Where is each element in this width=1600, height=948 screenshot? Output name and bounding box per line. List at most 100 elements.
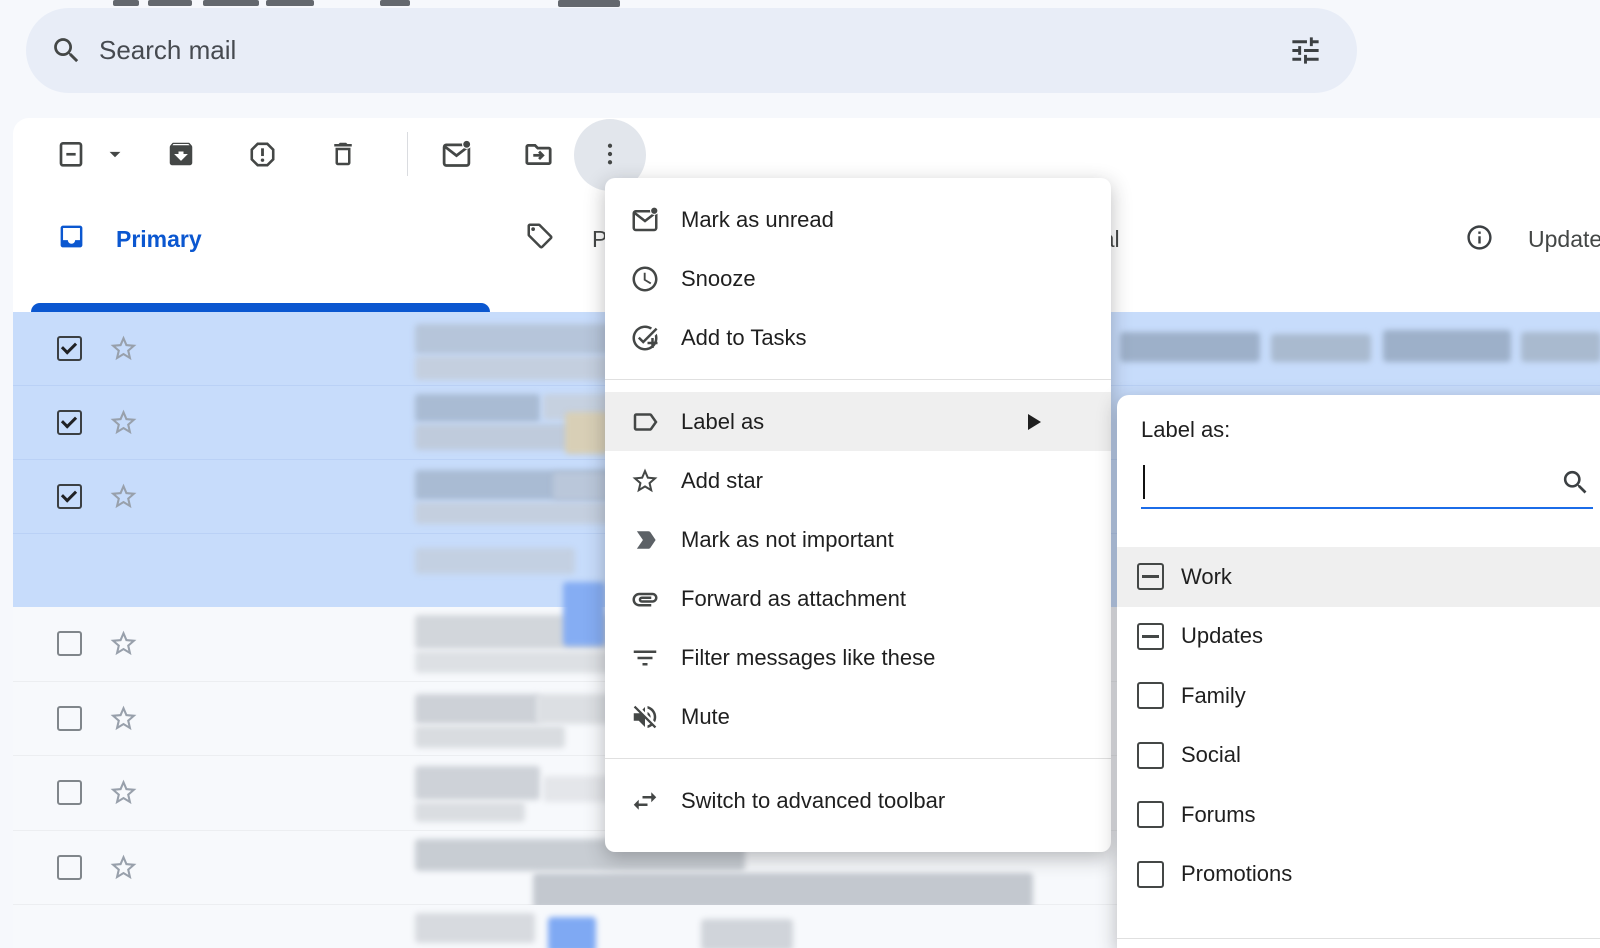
tab-updates[interactable]: Updates — [1528, 226, 1600, 253]
redacted-fragment — [558, 0, 620, 7]
label-name: Family — [1181, 683, 1246, 709]
menu-item-add-star[interactable]: Add star — [605, 451, 1111, 510]
select-dropdown-icon[interactable] — [101, 118, 129, 190]
mail-unread-icon — [630, 205, 660, 235]
label-list: Work Updates Family Social Forums Promot… — [1117, 547, 1600, 904]
label-checkbox[interactable] — [1137, 801, 1164, 828]
redacted-text — [565, 412, 609, 454]
redacted-text — [1521, 332, 1600, 362]
row-checkbox[interactable] — [57, 631, 82, 656]
menu-item-add-to-tasks[interactable]: Add to Tasks — [605, 308, 1111, 367]
label-checkbox[interactable] — [1137, 861, 1164, 888]
row-checkbox[interactable] — [57, 706, 82, 731]
menu-item-mark-as-unread[interactable]: Mark as unread — [605, 190, 1111, 249]
redacted-fragment — [148, 0, 192, 6]
info-icon[interactable] — [1465, 223, 1494, 252]
label-option-promotions[interactable]: Promotions — [1117, 845, 1600, 905]
label-name: Social — [1181, 742, 1241, 768]
archive-button[interactable] — [161, 118, 201, 190]
row-checkbox[interactable] — [57, 336, 82, 361]
star-icon[interactable] — [108, 777, 139, 808]
toolbar-divider — [407, 132, 408, 176]
label-option-family[interactable]: Family — [1117, 666, 1600, 726]
redacted-text — [536, 694, 616, 724]
redacted-text — [415, 424, 585, 450]
clock-icon — [630, 264, 660, 294]
menu-item-filter-messages[interactable]: Filter messages like these — [605, 628, 1111, 687]
move-to-button[interactable] — [517, 118, 559, 190]
menu-item-label: Mark as not important — [681, 527, 894, 553]
mark-unread-button[interactable] — [435, 118, 477, 190]
redacted-text — [1120, 332, 1260, 362]
importance-icon — [630, 525, 660, 555]
redacted-fragment — [203, 0, 259, 6]
menu-item-forward-as-attachment[interactable]: Forward as attachment — [605, 569, 1111, 628]
label-search-row[interactable] — [1141, 457, 1593, 509]
row-checkbox[interactable] — [57, 780, 82, 805]
redacted-text — [415, 802, 525, 822]
search-bar[interactable] — [26, 8, 1357, 93]
menu-item-label-as[interactable]: Label as — [605, 392, 1111, 451]
redacted-text — [415, 694, 540, 724]
menu-item-label: Add to Tasks — [681, 325, 807, 351]
star-icon[interactable] — [108, 407, 139, 438]
redacted-text — [415, 726, 565, 748]
add-task-icon — [630, 323, 660, 353]
submenu-divider — [1117, 938, 1600, 939]
menu-item-label: Mark as unread — [681, 207, 834, 233]
promotions-tab-icon[interactable] — [525, 221, 555, 251]
gmail-app: Primary Promotions Social Updates — [0, 0, 1600, 948]
delete-button[interactable] — [323, 118, 363, 190]
redacted-text — [548, 917, 596, 948]
star-icon[interactable] — [108, 333, 139, 364]
label-name: Work — [1181, 564, 1232, 590]
star-icon[interactable] — [108, 628, 139, 659]
label-option-work[interactable]: Work — [1117, 547, 1600, 607]
active-tab-indicator — [31, 303, 490, 312]
select-all-checkbox[interactable] — [53, 118, 89, 190]
redacted-fragment — [113, 0, 139, 6]
label-option-updates[interactable]: Updates — [1117, 607, 1600, 667]
tab-primary[interactable]: Primary — [116, 226, 202, 253]
row-checkbox[interactable] — [57, 855, 82, 880]
swap-arrows-icon — [630, 786, 660, 816]
label-checkbox[interactable] — [1137, 623, 1164, 650]
submenu-arrow-icon — [1028, 414, 1041, 430]
menu-item-label: Switch to advanced toolbar — [681, 788, 945, 814]
star-icon[interactable] — [108, 481, 139, 512]
report-spam-button[interactable] — [242, 118, 282, 190]
label-option-social[interactable]: Social — [1117, 726, 1600, 786]
redacted-text — [415, 548, 575, 574]
label-checkbox[interactable] — [1137, 563, 1164, 590]
menu-item-switch-toolbar[interactable]: Switch to advanced toolbar — [605, 771, 1111, 830]
star-icon[interactable] — [108, 703, 139, 734]
menu-item-mark-not-important[interactable]: Mark as not important — [605, 510, 1111, 569]
label-checkbox[interactable] — [1137, 742, 1164, 769]
redacted-text — [415, 766, 540, 800]
redacted-text — [415, 394, 540, 422]
redacted-text — [415, 502, 615, 524]
redacted-text — [701, 919, 793, 948]
label-search-input[interactable] — [1145, 468, 1560, 496]
label-name: Forums — [1181, 802, 1256, 828]
row-checkbox[interactable] — [57, 410, 82, 435]
menu-item-mute[interactable]: Mute — [605, 687, 1111, 746]
label-as-submenu: Label as: Work Updates Family Social — [1117, 395, 1600, 948]
menu-item-label: Filter messages like these — [681, 645, 935, 671]
search-input[interactable] — [97, 34, 1357, 67]
label-as-title: Label as: — [1141, 415, 1593, 443]
menu-item-snooze[interactable]: Snooze — [605, 249, 1111, 308]
search-options-icon[interactable] — [1288, 33, 1323, 68]
search-icon — [50, 34, 83, 67]
label-icon — [630, 407, 660, 437]
menu-item-label: Label as — [681, 409, 764, 435]
row-checkbox[interactable] — [57, 484, 82, 509]
label-name: Updates — [1181, 623, 1263, 649]
redacted-fragment — [266, 0, 314, 6]
context-menu: Mark as unread Snooze Add to Tasks Label… — [605, 178, 1111, 852]
redacted-text — [533, 873, 1033, 909]
star-icon — [630, 466, 660, 496]
star-icon[interactable] — [108, 852, 139, 883]
label-checkbox[interactable] — [1137, 682, 1164, 709]
label-option-forums[interactable]: Forums — [1117, 785, 1600, 845]
